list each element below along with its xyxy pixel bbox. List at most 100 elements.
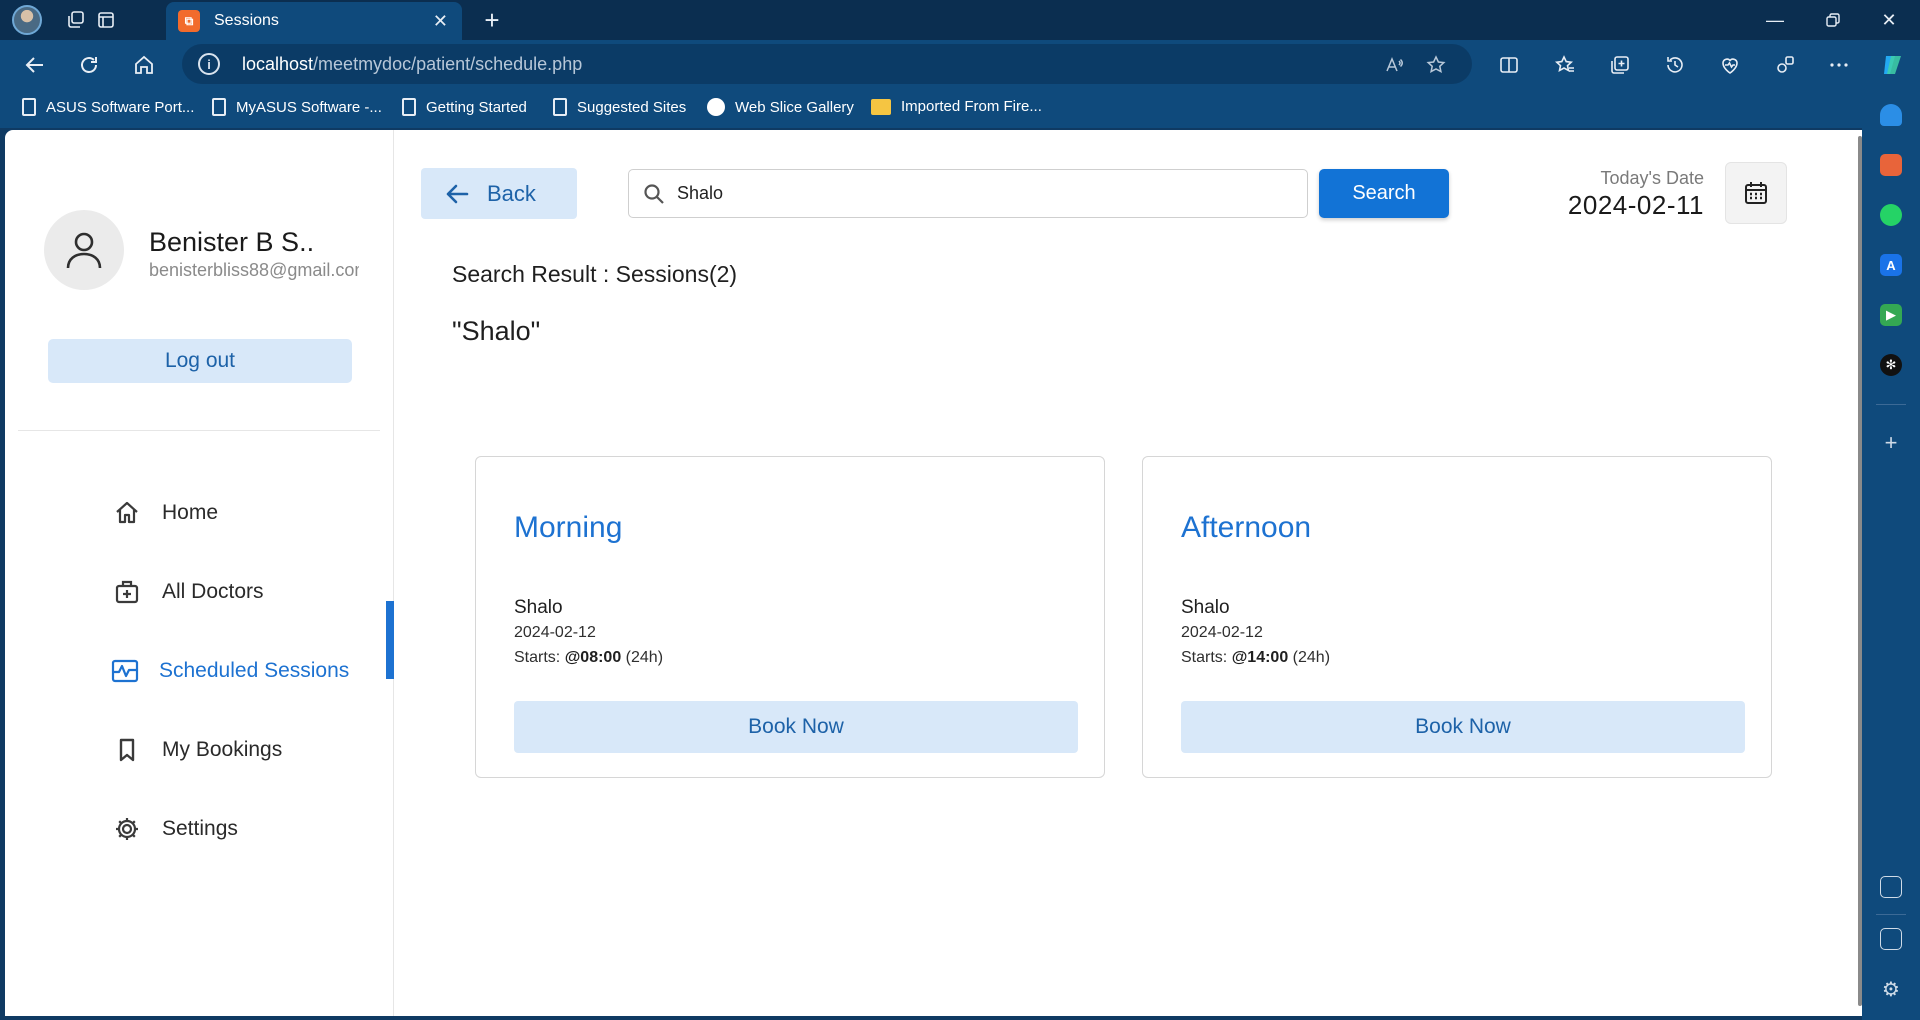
url-path: /meetmydoc/patient/schedule.php <box>313 54 583 74</box>
minimize-icon[interactable]: — <box>1752 4 1798 36</box>
favorites-icon[interactable] <box>1550 50 1580 80</box>
collections-icon[interactable] <box>1605 50 1635 80</box>
logout-button[interactable]: Log out <box>48 339 352 383</box>
split-screen-icon[interactable] <box>1494 50 1524 80</box>
hide-sidebar-icon[interactable] <box>1880 928 1902 950</box>
back-nav-icon[interactable] <box>20 50 50 80</box>
session-start-time: Starts: @08:00 (24h) <box>514 649 663 667</box>
profile-email: benisterbliss88@gmail.com <box>149 260 359 280</box>
browser-profile-avatar[interactable] <box>12 5 42 35</box>
sidebar-item-label: Home <box>162 501 219 524</box>
bookmark-label: Web Slice Gallery <box>735 98 854 116</box>
browser-navbar: i localhost/meetmydoc/patient/schedule.p… <box>0 40 1920 88</box>
bookmark-icon <box>112 735 142 765</box>
close-tab-icon[interactable]: ✕ <box>433 11 448 32</box>
back-button[interactable]: Back <box>421 168 577 219</box>
page-viewport: Benister B S.. benisterbliss88@gmail.com… <box>5 130 1862 1016</box>
bookmark-myasus-software[interactable]: MyASUS Software -... <box>212 98 382 116</box>
bookmark-suggested-sites[interactable]: Suggested Sites <box>553 98 686 116</box>
bookmark-imported-from-firefox[interactable]: Imported From Fire... <box>871 98 1042 115</box>
active-indicator <box>386 601 394 679</box>
screenshot-icon[interactable] <box>1880 876 1902 898</box>
address-bar[interactable]: i localhost/meetmydoc/patient/schedule.p… <box>182 44 1472 84</box>
more-options-icon[interactable] <box>1824 50 1854 80</box>
back-button-label: Back <box>487 180 536 206</box>
book-now-button[interactable]: Book Now <box>1181 701 1745 753</box>
sidebar-item-scheduled-sessions[interactable]: Scheduled Sessions <box>5 640 394 702</box>
medical-kit-icon <box>112 577 142 607</box>
tab-sessions[interactable]: ⧉ Sessions ✕ <box>166 2 462 40</box>
favorite-star-icon[interactable] <box>1424 53 1448 77</box>
session-title: Morning <box>514 511 623 544</box>
tab-actions-icon[interactable] <box>92 6 120 34</box>
session-card: Afternoon Shalo 2024-02-12 Starts: @14:0… <box>1142 456 1772 778</box>
bookmark-label: ASUS Software Port... <box>46 98 195 116</box>
sidebar-item-my-bookings[interactable]: My Bookings <box>5 719 394 781</box>
browser-essentials-icon[interactable] <box>1715 50 1745 80</box>
whatsapp-icon[interactable] <box>1880 204 1902 226</box>
bookmarks-bar: ASUS Software Port... MyASUS Software -.… <box>0 88 1920 128</box>
book-now-button[interactable]: Book Now <box>514 701 1078 753</box>
calendar-button[interactable] <box>1725 162 1787 224</box>
sidebar-item-home[interactable]: Home <box>5 482 394 544</box>
page-icon <box>553 98 567 116</box>
session-date: 2024-02-12 <box>1181 624 1263 641</box>
start-time-value: @14:00 <box>1231 649 1289 666</box>
tab-title: Sessions <box>214 12 279 29</box>
close-window-icon[interactable]: ✕ <box>1866 4 1912 36</box>
session-date: 2024-02-12 <box>514 624 596 641</box>
restore-icon[interactable] <box>1810 4 1856 36</box>
copilot-icon[interactable] <box>1878 50 1908 80</box>
new-tab-icon[interactable]: + <box>478 5 506 35</box>
web-slice-icon <box>707 98 725 116</box>
site-info-icon[interactable]: i <box>198 53 220 75</box>
sidebar-item-all-doctors[interactable]: All Doctors <box>5 561 394 623</box>
sidebar-divider <box>18 430 380 431</box>
search-input[interactable] <box>677 183 1277 204</box>
today-date-label: Today's Date <box>1600 168 1705 188</box>
edge-sidebar: A ▶ ✻ + ⚙ <box>1862 88 1920 1020</box>
pulse-icon <box>110 656 140 686</box>
translator-icon[interactable]: A <box>1880 254 1902 276</box>
xampp-favicon-icon: ⧉ <box>178 10 200 32</box>
time-format-suffix: (24h) <box>621 649 664 666</box>
history-icon[interactable] <box>1660 50 1690 80</box>
search-field[interactable] <box>628 169 1308 218</box>
session-card: Morning Shalo 2024-02-12 Starts: @08:00 … <box>475 456 1105 778</box>
workspaces-icon[interactable] <box>62 6 90 34</box>
user-icon <box>66 232 102 269</box>
notifications-bell-icon[interactable] <box>1880 104 1902 126</box>
session-start-time: Starts: @14:00 (24h) <box>1181 649 1330 667</box>
play-store-icon[interactable]: ▶ <box>1880 304 1902 326</box>
bookmark-asus-software-portal[interactable]: ASUS Software Port... <box>22 98 194 116</box>
refresh-icon[interactable] <box>74 50 104 80</box>
tools-briefcase-icon[interactable] <box>1880 154 1902 176</box>
extensions-icon[interactable] <box>1770 50 1800 80</box>
search-button[interactable]: Search <box>1319 169 1449 218</box>
bookmark-web-slice-gallery[interactable]: Web Slice Gallery <box>707 98 854 116</box>
session-title: Afternoon <box>1181 511 1312 544</box>
session-doctor: Shalo <box>1181 597 1230 618</box>
page-icon <box>22 98 36 116</box>
sidebar-item-label: My Bookings <box>162 738 283 761</box>
sidebar-settings-gear-icon[interactable]: ⚙ <box>1880 978 1902 1001</box>
start-time-value: @08:00 <box>564 649 622 666</box>
avatar <box>44 210 124 290</box>
app-sidebar: Benister B S.. benisterbliss88@gmail.com… <box>5 130 394 1016</box>
read-aloud-icon[interactable] <box>1382 53 1406 77</box>
add-sidebar-app-icon[interactable]: + <box>1880 430 1902 455</box>
chatgpt-icon[interactable]: ✻ <box>1880 354 1902 376</box>
time-format-suffix: (24h) <box>1288 649 1331 666</box>
bookmark-getting-started[interactable]: Getting Started <box>402 98 527 116</box>
sidebar-item-settings[interactable]: Settings <box>5 798 394 860</box>
bookmark-label: MyASUS Software -... <box>236 98 382 116</box>
page-scrollbar[interactable] <box>1858 136 1862 1006</box>
sidebar-item-label: Scheduled Sessions <box>159 659 350 682</box>
url-host: localhost <box>242 54 314 74</box>
bookmark-label: Imported From Fire... <box>901 98 1042 115</box>
home-nav-icon[interactable] <box>129 50 159 80</box>
calendar-icon <box>1745 182 1767 204</box>
page-icon <box>402 98 416 116</box>
folder-icon <box>871 98 891 115</box>
address-url[interactable]: localhost/meetmydoc/patient/schedule.php <box>242 54 582 75</box>
